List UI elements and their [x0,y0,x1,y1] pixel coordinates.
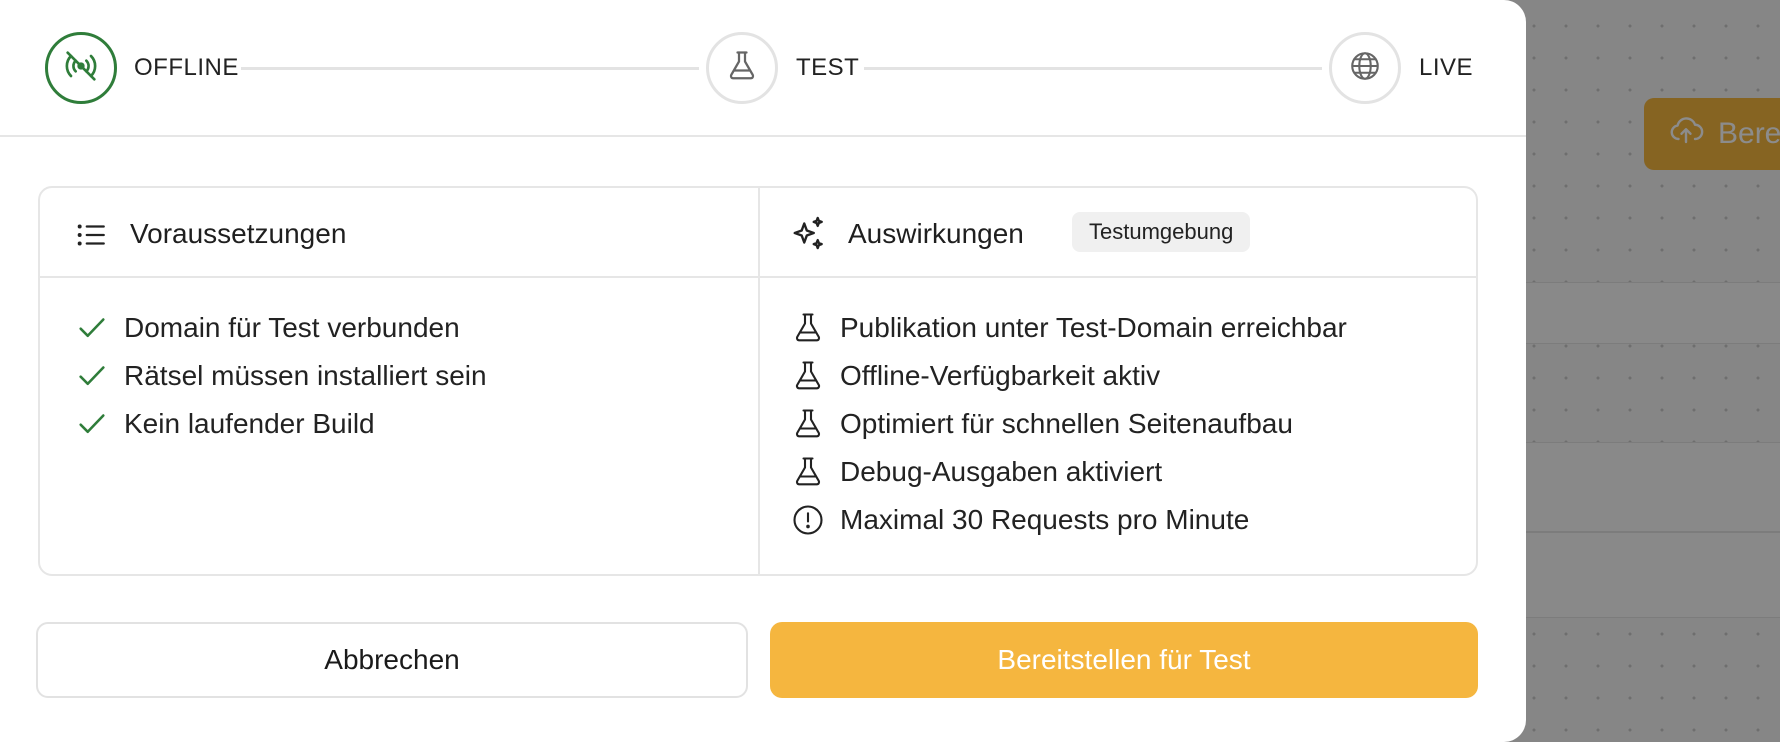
effect-label: Optimiert für schnellen Seitenaufbau [840,408,1293,439]
flask-icon [724,48,760,89]
deploy-dialog: OFFLINE TEST LIVE Voraussetzungen Auswir… [0,0,1526,742]
effect-item: Publikation unter Test-Domain erreichbar [790,310,1347,346]
check-icon [74,310,110,346]
effect-item: Optimiert für schnellen Seitenaufbau [790,406,1293,442]
step-live [1329,32,1401,104]
info-panel: Voraussetzungen Auswirkungen Testumgebun… [38,186,1478,576]
step-connector [241,67,699,70]
effect-label: Debug-Ausgaben aktiviert [840,456,1163,487]
effect-item: Debug-Ausgaben aktiviert [790,454,1162,490]
panel-divider [40,276,1476,278]
globe-icon [1347,48,1383,89]
panel-divider [758,188,760,574]
check-icon [74,358,110,394]
step-label-offline: OFFLINE [134,54,239,81]
environment-badge: Testumgebung [1072,212,1251,252]
effects-title: Auswirkungen [848,218,1024,249]
cancel-button[interactable]: Abbrechen [36,622,748,698]
alert-circle-icon [790,502,826,538]
broadcast-off-icon [61,46,101,91]
sparkles-icon [790,214,828,257]
requirement-item: Rätsel müssen installiert sein [74,358,487,394]
requirement-item: Domain für Test verbunden [74,310,460,346]
flask-icon [790,358,826,394]
step-test [706,32,778,104]
requirement-label: Kein laufender Build [124,408,375,439]
step-connector [864,67,1322,70]
requirements-title: Voraussetzungen [130,218,347,249]
requirement-label: Rätsel müssen installiert sein [124,360,487,391]
list-icon [74,218,108,257]
effect-label: Maximal 30 Requests pro Minute [840,504,1250,535]
step-label-live: LIVE [1419,54,1474,81]
effect-item: Offline-Verfügbarkeit aktiv [790,358,1160,394]
deploy-to-test-button[interactable]: Bereitstellen für Test [770,622,1478,698]
step-label-test: TEST [796,54,860,81]
requirement-label: Domain für Test verbunden [124,312,460,343]
flask-icon [790,310,826,346]
effect-label: Publikation unter Test-Domain erreichbar [840,312,1347,343]
effect-item: Maximal 30 Requests pro Minute [790,502,1249,538]
effect-label: Offline-Verfügbarkeit aktiv [840,360,1161,391]
flask-icon [790,406,826,442]
step-offline [45,32,117,104]
check-icon [74,406,110,442]
stage-stepper: OFFLINE TEST LIVE [0,0,1526,137]
flask-icon [790,454,826,490]
requirement-item: Kein laufender Build [74,406,375,442]
